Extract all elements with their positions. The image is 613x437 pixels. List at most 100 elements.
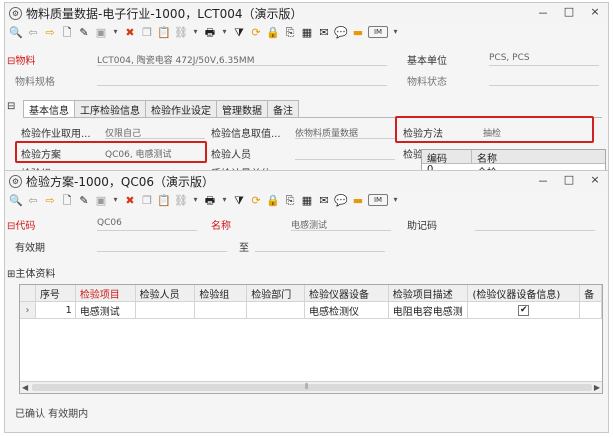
edit-icon[interactable]: ✎ — [77, 193, 91, 207]
mail-icon[interactable]: ✉ — [317, 193, 331, 207]
col-inspector[interactable]: 检验人员 — [135, 285, 196, 301]
tab-inspection-settings[interactable]: 检验作业设定 — [145, 100, 217, 117]
scroll-thumb[interactable] — [32, 384, 592, 391]
new-doc-icon[interactable]: 🗋 — [60, 25, 74, 39]
cell-item[interactable]: 电感测试 — [76, 302, 136, 318]
save-icon[interactable]: ▣ — [94, 193, 108, 207]
lock-icon[interactable]: 🔒 — [266, 193, 280, 207]
note-icon[interactable]: ▬ — [351, 193, 365, 207]
dropdown-header-code: 编码 — [422, 150, 472, 165]
printer-search-icon[interactable]: 🔍 — [9, 193, 23, 207]
im-icon[interactable]: IM — [368, 194, 388, 206]
valid-label: 有效期 — [15, 243, 45, 254]
cell-group[interactable] — [195, 302, 248, 318]
forward-arrow-icon[interactable]: ⇨ — [43, 193, 57, 207]
chevron-down-icon[interactable]: ▾ — [191, 25, 200, 39]
tab-remarks[interactable]: 备注 — [267, 100, 299, 117]
close-button[interactable]: × — [582, 5, 608, 21]
main-section-toggle[interactable]: ⊞主体资料 — [7, 265, 55, 280]
link-icon[interactable]: ⛓ — [174, 193, 188, 207]
maximize-button[interactable]: □ — [556, 5, 582, 21]
calc-icon[interactable]: ▦ — [300, 25, 314, 39]
mnemonic-label: 助记码 — [407, 221, 437, 232]
back-arrow-icon[interactable]: ⇦ — [26, 25, 40, 39]
app-logo-icon: ⚙ — [9, 174, 22, 188]
edit-icon[interactable]: ✎ — [77, 25, 91, 39]
chat-icon[interactable]: 💬 — [334, 25, 348, 39]
info-label: 检验信息取值... — [211, 129, 281, 140]
paste-icon[interactable]: 📋 — [157, 193, 171, 207]
tab-management-data[interactable]: 管理数据 — [216, 100, 268, 117]
col-dept[interactable]: 检验部门 — [247, 285, 306, 301]
horizontal-scrollbar[interactable]: ◀ ⦀ ▶ — [20, 381, 602, 393]
delete-icon[interactable]: ✖ — [123, 193, 137, 207]
code-value[interactable]: QC06 — [97, 218, 122, 228]
close-button[interactable]: × — [582, 173, 608, 189]
delete-icon[interactable]: ✖ — [123, 25, 137, 39]
cell-device-info[interactable]: ✔ — [468, 302, 581, 318]
refresh-icon[interactable]: ⟳ — [249, 25, 263, 39]
copy-icon[interactable]: ❐ — [140, 25, 154, 39]
to-label: 至 — [239, 243, 249, 254]
minimize-button[interactable]: － — [530, 173, 556, 189]
col-item[interactable]: 检验项目 — [75, 285, 136, 301]
chevron-down-icon[interactable]: ▾ — [111, 193, 120, 207]
base-unit-value[interactable]: PCS, PCS — [489, 53, 530, 63]
printer-search-icon[interactable]: 🔍 — [9, 25, 23, 39]
chevron-down-icon[interactable]: ▾ — [391, 193, 400, 207]
window-titlebar[interactable]: ⚙ 物料质量数据-电子行业-1000，LCT004（演示版） － □ × — [5, 3, 608, 23]
mail-icon[interactable]: ✉ — [317, 25, 331, 39]
minimize-button[interactable]: － — [530, 5, 556, 21]
back-arrow-icon[interactable]: ⇦ — [26, 193, 40, 207]
lock-icon[interactable]: 🔒 — [266, 25, 280, 39]
chevron-down-icon[interactable]: ▾ — [220, 193, 229, 207]
cell-dept[interactable] — [247, 302, 306, 318]
col-seq[interactable]: 序号 — [35, 285, 76, 301]
col-desc[interactable]: 检验项目描述 — [388, 285, 469, 301]
filter-icon[interactable]: ⧩ — [232, 193, 246, 207]
calc-icon[interactable]: ▦ — [300, 193, 314, 207]
row-indicator[interactable]: › — [20, 302, 36, 318]
print-icon[interactable]: 🖶 — [203, 193, 217, 207]
chevron-down-icon[interactable]: ▾ — [220, 25, 229, 39]
scroll-left-icon[interactable]: ◀ — [22, 383, 28, 392]
new-doc-icon[interactable]: 🗋 — [60, 193, 74, 207]
note-icon[interactable]: ▬ — [351, 25, 365, 39]
export-icon[interactable]: ⎘ — [283, 25, 297, 39]
status-label: 物料状态 — [407, 77, 447, 88]
filter-icon[interactable]: ⧩ — [232, 25, 246, 39]
tab-process-inspection[interactable]: 工序检验信息 — [74, 100, 146, 117]
device-info-checkbox[interactable]: ✔ — [518, 304, 530, 316]
col-device-info[interactable]: (检验仪器设备信息) — [468, 285, 581, 301]
cell-inspector[interactable] — [136, 302, 196, 318]
save-icon[interactable]: ▣ — [94, 25, 108, 39]
link-icon[interactable]: ⛓ — [174, 25, 188, 39]
export-icon[interactable]: ⎘ — [283, 193, 297, 207]
forward-arrow-icon[interactable]: ⇨ — [43, 25, 57, 39]
cell-seq[interactable]: 1 — [36, 302, 76, 318]
col-group[interactable]: 检验组 — [195, 285, 248, 301]
cell-remark[interactable] — [580, 302, 602, 318]
copy-icon[interactable]: ❐ — [140, 193, 154, 207]
table-row[interactable]: › 1 电感测试 电感检测仪 电阻电容电感测 ✔ — [20, 302, 602, 319]
print-icon[interactable]: 🖶 — [203, 25, 217, 39]
cell-device[interactable]: 电感检测仪 — [305, 302, 389, 318]
chat-icon[interactable]: 💬 — [334, 193, 348, 207]
material-label: ⊟物料 — [7, 56, 36, 67]
chevron-down-icon[interactable]: ▾ — [391, 25, 400, 39]
refresh-icon[interactable]: ⟳ — [249, 193, 263, 207]
window-title: 检验方案-1000，QC06（演示版） — [26, 174, 214, 189]
window-title: 物料质量数据-电子行业-1000，LCT004（演示版） — [26, 6, 303, 21]
window-titlebar[interactable]: ⚙ 检验方案-1000，QC06（演示版） － □ × — [5, 171, 608, 191]
paste-icon[interactable]: 📋 — [157, 25, 171, 39]
chevron-down-icon[interactable]: ▾ — [191, 193, 200, 207]
col-remark[interactable]: 备 — [580, 285, 602, 301]
col-device[interactable]: 检验仪器设备 — [305, 285, 389, 301]
im-icon[interactable]: IM — [368, 26, 388, 38]
cell-desc[interactable]: 电阻电容电感测 — [389, 302, 469, 318]
tab-basic-info[interactable]: 基本信息 — [23, 100, 75, 117]
chevron-down-icon[interactable]: ▾ — [111, 25, 120, 39]
scroll-right-icon[interactable]: ▶ — [594, 383, 600, 392]
collapse-toggle[interactable]: ⊟ — [7, 101, 15, 112]
maximize-button[interactable]: □ — [556, 173, 582, 189]
